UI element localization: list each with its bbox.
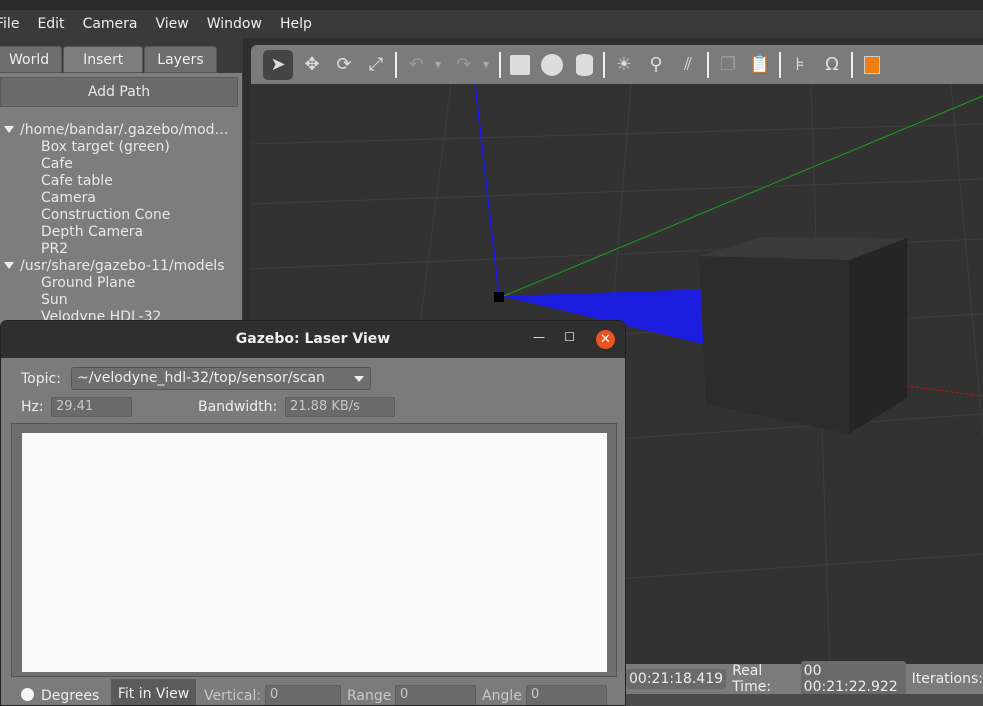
separator [779, 51, 781, 78]
iterations-label: Iterations: [911, 671, 983, 687]
separator [603, 51, 605, 78]
laser-plot[interactable] [22, 433, 607, 672]
model-item[interactable]: Ground Plane [0, 275, 229, 292]
point-light-icon[interactable]: ☀ [611, 52, 637, 78]
velodyne-sensor[interactable] [494, 292, 504, 302]
separator [395, 51, 397, 78]
model-item[interactable]: Camera [0, 190, 229, 207]
model-tree: /home/bandar/.gazebo/mod… Box target (gr… [0, 122, 229, 326]
align-icon[interactable]: ⊧ [787, 52, 813, 78]
expand-triangle-icon[interactable] [4, 262, 14, 269]
undo-icon[interactable]: ↶ [403, 52, 429, 78]
menu-camera[interactable]: Camera [74, 16, 147, 32]
chevron-down-icon[interactable]: ▼ [435, 60, 445, 69]
left-panel: World Insert Layers Add Path /home/banda… [0, 38, 243, 343]
status-bar: 00:21:18.419 Real Time: 00 00:21:22.922 … [626, 661, 983, 697]
degrees-label: Degrees [41, 688, 100, 704]
chevron-down-icon [354, 376, 364, 382]
degrees-radio[interactable] [21, 688, 34, 701]
menu-edit[interactable]: Edit [28, 16, 73, 32]
select-arrow-icon[interactable]: ➤ [263, 49, 293, 80]
maximize-icon[interactable]: ☐ [564, 330, 575, 344]
bottom-strip [626, 694, 983, 706]
toolbar: ➤ ✥ ⟳ ⤢ ↶ ▼ ↷ ▼ ☀ ⚲ ⫽ ❐ 📋 ⊧ Ω [251, 45, 983, 84]
real-time-label: Real Time: [732, 663, 772, 695]
tab-world[interactable]: World [0, 46, 63, 73]
menu-view[interactable]: View [147, 16, 198, 32]
minimize-icon[interactable]: — [533, 330, 545, 344]
translate-icon[interactable]: ✥ [299, 52, 325, 78]
fit-in-view-button[interactable]: Fit in View [111, 679, 196, 705]
sim-time: 00:21:18.419 [626, 669, 727, 689]
separator [707, 51, 709, 78]
angle-label: Angle [482, 688, 522, 704]
view-angle-icon[interactable] [859, 52, 885, 78]
laser-plot-frame [11, 423, 617, 677]
vertical-label: Vertical: [204, 688, 262, 704]
range-label: Range [347, 688, 392, 704]
menu-window[interactable]: Window [198, 16, 271, 32]
tab-layers[interactable]: Layers [144, 46, 217, 73]
topic-label: Topic: [21, 371, 61, 387]
box-side[interactable] [849, 238, 907, 434]
magnet-icon[interactable]: Ω [819, 52, 845, 78]
tab-insert[interactable]: Insert [63, 46, 144, 73]
menu-bar: File Edit Camera View Window Help [0, 10, 983, 38]
spot-light-icon[interactable]: ⚲ [643, 52, 669, 78]
topic-select[interactable]: ~/velodyne_hdl-32/top/sensor/scan [71, 367, 371, 390]
laser-view-dialog: Gazebo: Laser View — ☐ ✕ Topic: ~/velody… [0, 320, 626, 706]
cylinder-icon[interactable] [571, 52, 597, 78]
box-icon[interactable] [507, 52, 533, 78]
model-item[interactable]: Depth Camera [0, 224, 229, 241]
vertical-spinbox[interactable]: 0 [265, 685, 341, 705]
copy-icon[interactable]: ❐ [715, 52, 741, 78]
rotate-icon[interactable]: ⟳ [331, 52, 357, 78]
real-time: 00 00:21:22.922 [800, 661, 906, 697]
separator [851, 51, 853, 78]
model-item[interactable]: Cafe [0, 156, 229, 173]
sphere-icon[interactable] [539, 52, 565, 78]
bandwidth-label: Bandwidth: [198, 399, 278, 415]
paste-icon[interactable]: 📋 [747, 52, 773, 78]
redo-icon[interactable]: ↷ [451, 52, 477, 78]
separator [499, 51, 501, 78]
model-item[interactable]: Box target (green) [0, 139, 229, 156]
box-front[interactable] [699, 256, 849, 434]
tree-folder[interactable]: /usr/share/gazebo-11/models [0, 258, 229, 275]
angle-field: 0 [526, 685, 607, 705]
model-item[interactable]: PR2 [0, 241, 229, 258]
top-strip [0, 0, 983, 10]
z-axis [474, 84, 500, 297]
menu-help[interactable]: Help [271, 16, 321, 32]
model-item[interactable]: Construction Cone [0, 207, 229, 224]
chevron-down-icon[interactable]: ▼ [483, 60, 493, 69]
hz-label: Hz: [21, 399, 44, 415]
dialog-title: Gazebo: Laser View [235, 331, 391, 347]
model-item[interactable]: Sun [0, 292, 229, 309]
model-item[interactable]: Cafe table [0, 173, 229, 190]
close-icon[interactable]: ✕ [596, 330, 615, 349]
add-path-button[interactable]: Add Path [0, 77, 238, 107]
directional-light-icon[interactable]: ⫽ [675, 52, 701, 78]
range-field: 0 [395, 685, 476, 705]
hz-field: 29.41 [51, 397, 132, 417]
tree-folder[interactable]: /home/bandar/.gazebo/mod… [0, 122, 229, 139]
dialog-titlebar[interactable]: Gazebo: Laser View — ☐ ✕ [1, 321, 625, 358]
bandwidth-field: 21.88 KB/s [285, 397, 395, 417]
menu-file[interactable]: File [0, 16, 28, 32]
expand-triangle-icon[interactable] [4, 126, 14, 133]
scale-icon[interactable]: ⤢ [363, 52, 389, 78]
